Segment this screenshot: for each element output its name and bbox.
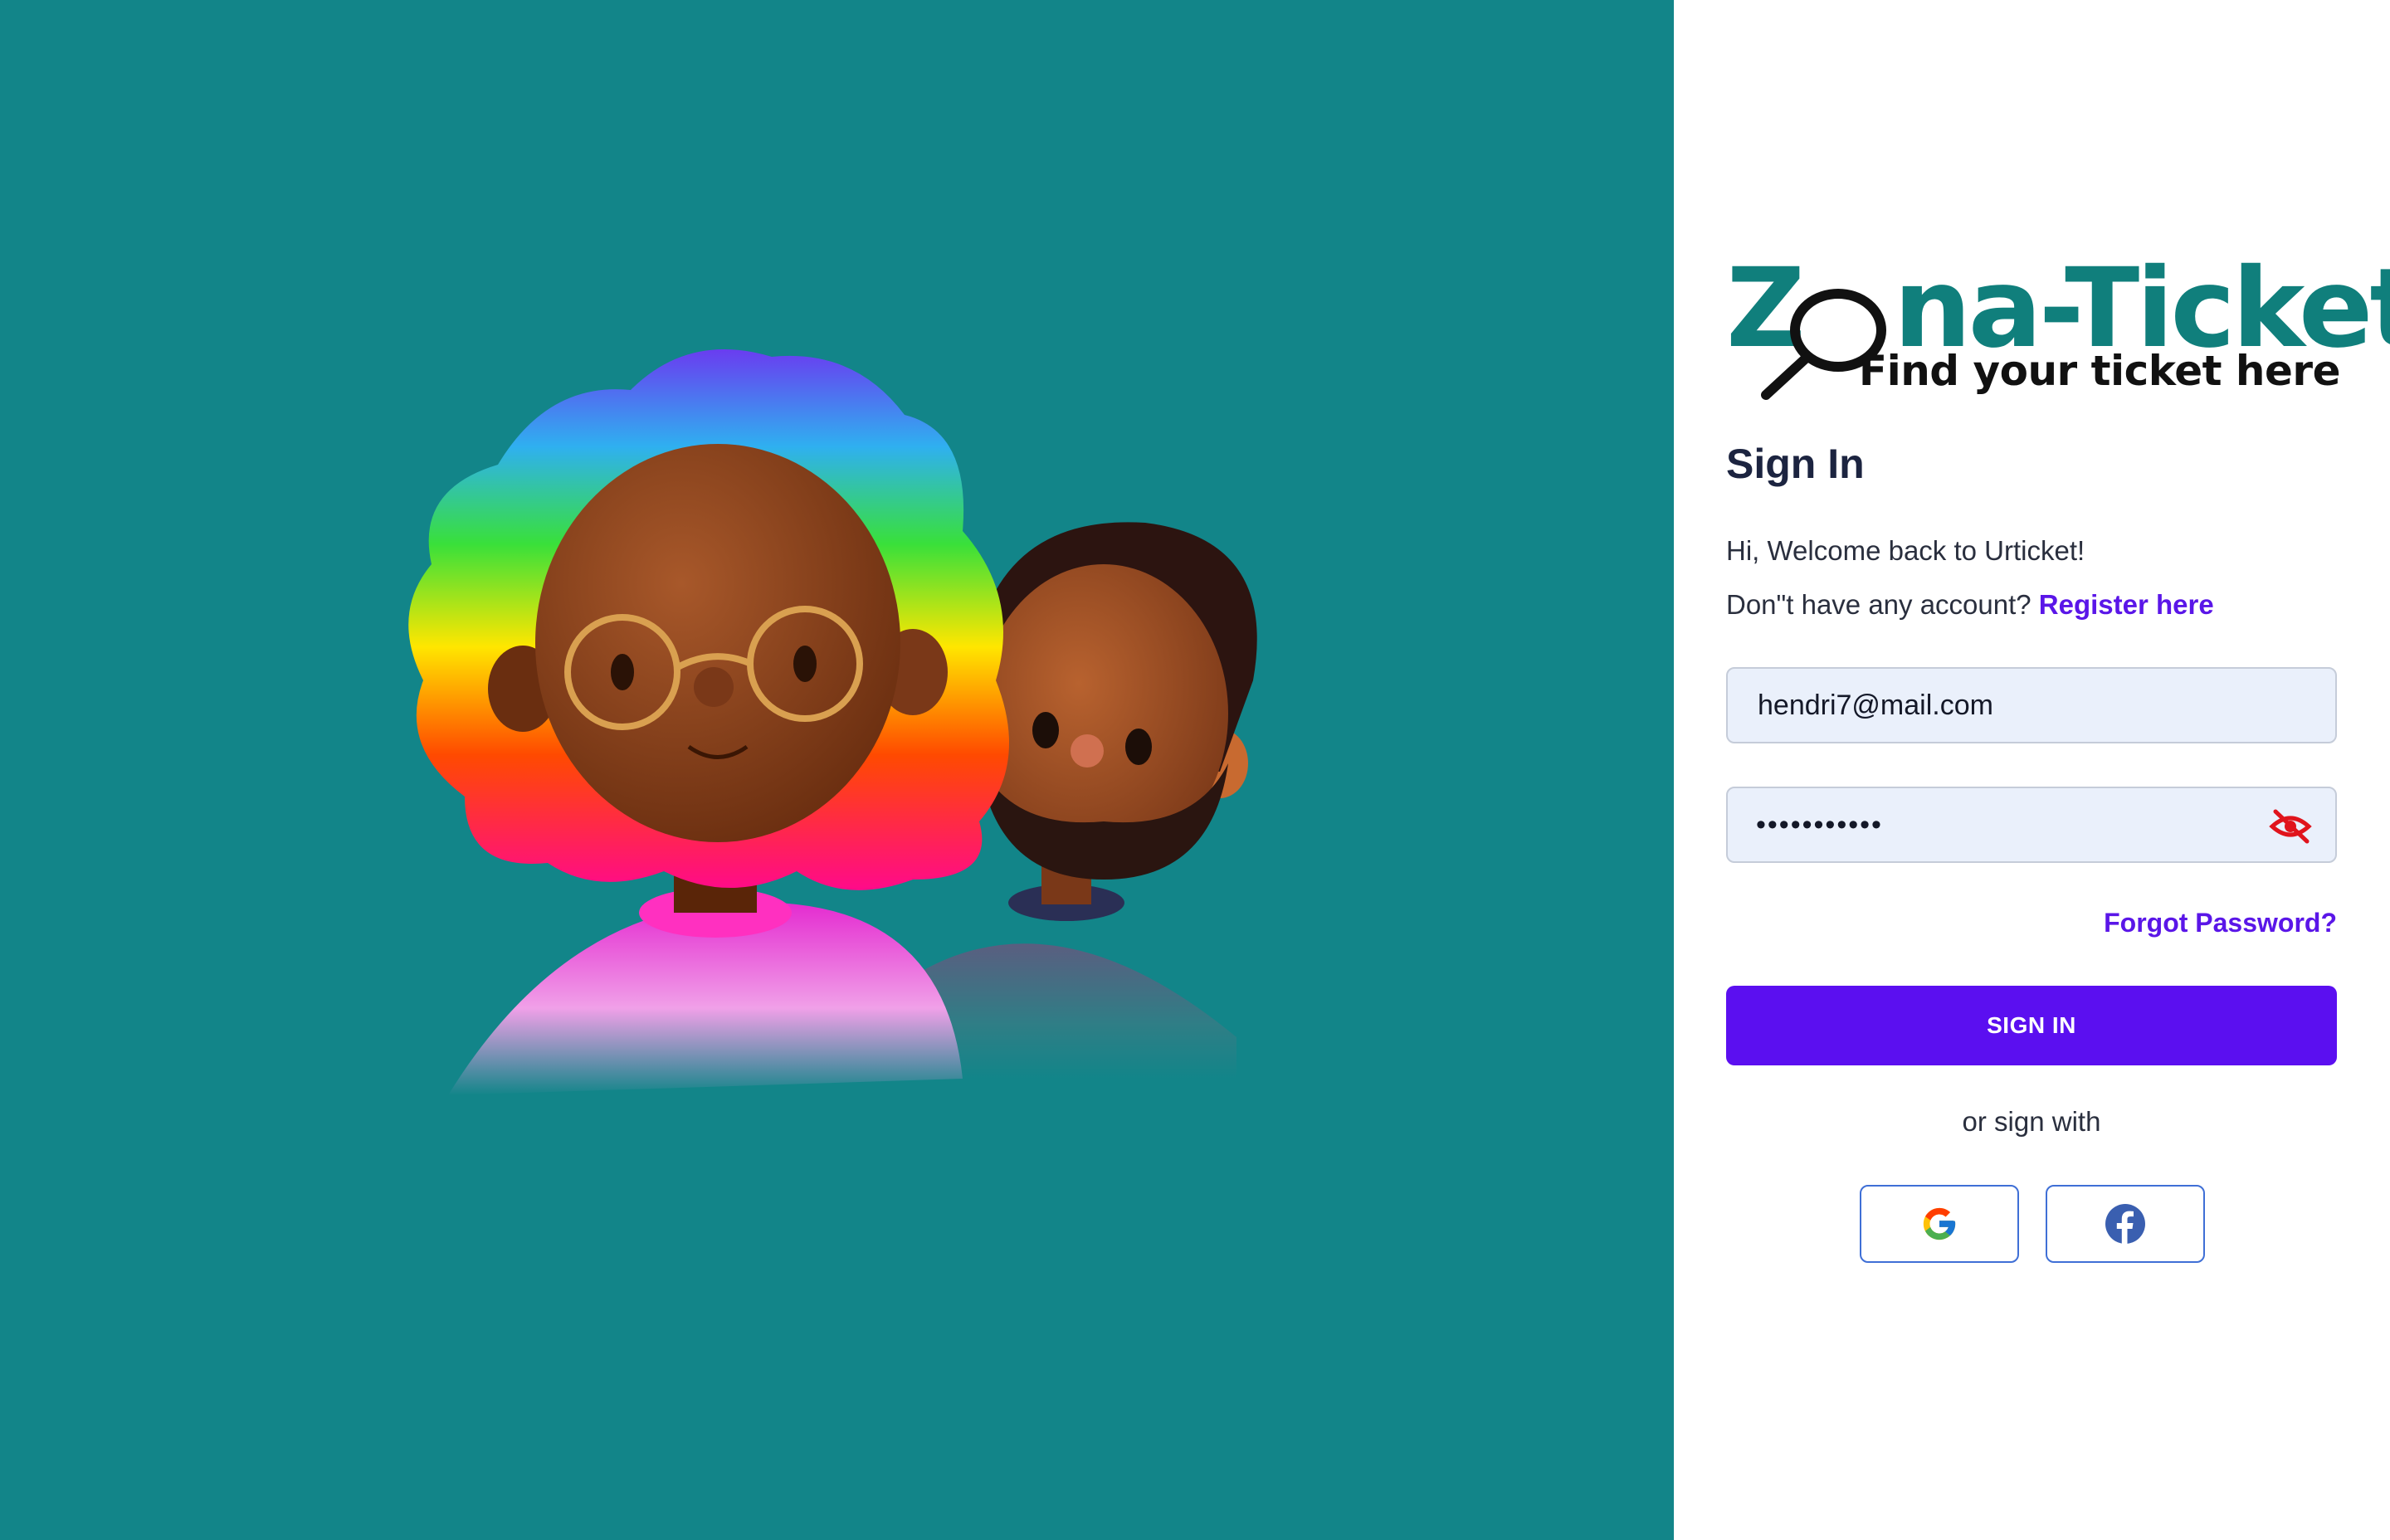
register-prompt: Don"t have any account? Register here: [1726, 589, 2214, 621]
google-sign-in-button[interactable]: [1860, 1185, 2019, 1263]
welcome-text: Hi, Welcome back to Urticket!: [1726, 535, 2085, 566]
no-account-text: Don"t have any account?: [1726, 589, 2032, 620]
google-icon: [1923, 1207, 1956, 1240]
sign-in-button[interactable]: SIGN IN: [1726, 986, 2337, 1065]
email-field[interactable]: [1756, 688, 2274, 723]
eye-off-icon[interactable]: [2269, 807, 2312, 846]
facebook-sign-in-button[interactable]: [2046, 1185, 2205, 1263]
email-field-wrapper: [1726, 667, 2337, 743]
zona-ticket-logo: Zna-Ticket Find your ticket here: [1726, 254, 2390, 401]
password-field-wrapper: •••••••••••: [1726, 787, 2337, 863]
logo-tagline: Find your ticket here: [1858, 347, 2341, 395]
or-sign-with-text: or sign with: [1962, 1106, 2101, 1137]
hero-illustration-panel: [0, 0, 1674, 1540]
facebook-icon: [2105, 1204, 2145, 1244]
signin-panel: [1674, 0, 2390, 1540]
forgot-password-link[interactable]: Forgot Password?: [2104, 908, 2337, 938]
register-link[interactable]: Register here: [2039, 589, 2214, 620]
avatars-illustration: [408, 349, 1257, 1095]
password-field[interactable]: •••••••••••: [1756, 809, 1883, 841]
page-title: Sign In: [1726, 441, 1865, 487]
